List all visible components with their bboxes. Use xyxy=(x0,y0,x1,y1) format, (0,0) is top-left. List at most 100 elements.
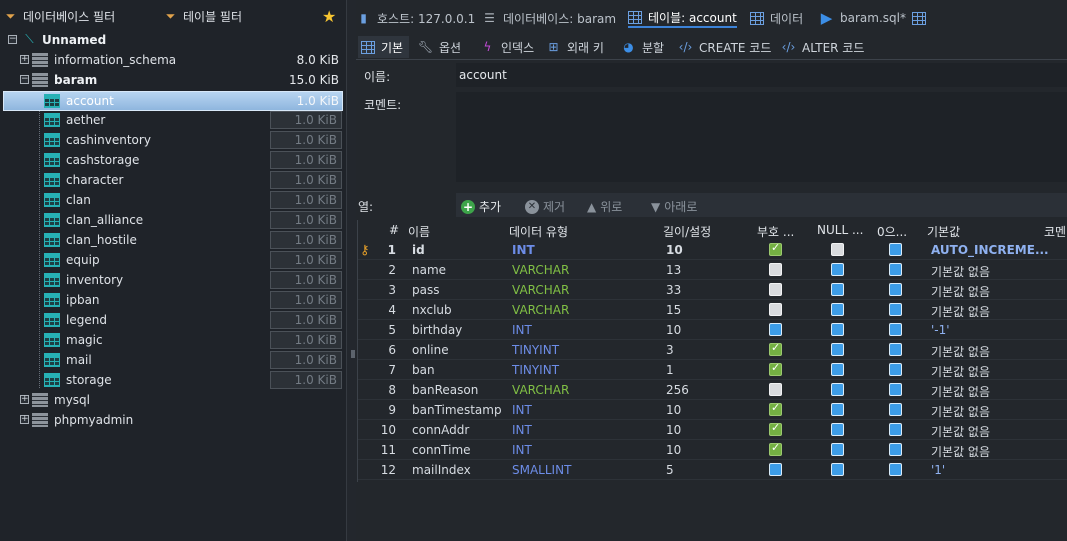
column-name[interactable]: id xyxy=(412,243,425,257)
null-checkbox[interactable] xyxy=(831,323,844,336)
tree-node-mail[interactable]: mail 1.0 KiB xyxy=(0,350,346,370)
add-column-button[interactable]: + 추가 xyxy=(461,198,501,215)
column-length[interactable]: 10 xyxy=(666,323,681,337)
column-default[interactable]: 기본값 없음 xyxy=(931,263,990,280)
header-unsigned[interactable]: 부호 ... xyxy=(757,223,794,240)
column-length[interactable]: 15 xyxy=(666,303,681,317)
tab-basic[interactable]: 기본 xyxy=(358,36,410,58)
header-type[interactable]: 데이터 유형 xyxy=(509,223,568,240)
header-null[interactable]: NULL ... xyxy=(817,223,863,237)
tree-node-clan-hostile[interactable]: clan_hostile 1.0 KiB xyxy=(0,230,346,250)
unsigned-checkbox[interactable] xyxy=(769,283,782,296)
tab-host[interactable]: ▮ 호스트: 127.0.0.1 xyxy=(356,8,475,28)
zerofill-checkbox[interactable] xyxy=(889,263,902,276)
move-down-button[interactable]: ▼ 아래로 xyxy=(651,198,697,215)
column-type[interactable]: VARCHAR xyxy=(512,283,569,297)
column-row[interactable]: 7 ban TINYINT 1 기본값 없음 xyxy=(356,360,1067,380)
null-checkbox[interactable] xyxy=(831,423,844,436)
column-length[interactable]: 256 xyxy=(666,383,689,397)
column-length[interactable]: 5 xyxy=(666,463,674,477)
column-type[interactable]: TINYINT xyxy=(512,343,559,357)
column-row[interactable]: 3 pass VARCHAR 33 기본값 없음 xyxy=(356,280,1067,300)
header-name[interactable]: 이름 xyxy=(408,223,430,240)
null-checkbox[interactable] xyxy=(831,263,844,276)
column-length[interactable]: 13 xyxy=(666,263,681,277)
column-type[interactable]: INT xyxy=(512,323,532,337)
column-default[interactable]: 기본값 없음 xyxy=(931,443,990,460)
tab-query[interactable]: ▶ baram.sql* xyxy=(819,8,906,28)
tree-node-information-schema[interactable]: + information_schema 8.0 KiB xyxy=(0,50,346,70)
tab-partitions[interactable]: ◕ 분할 xyxy=(621,36,664,58)
table-name-input[interactable]: account xyxy=(456,63,1067,87)
column-name[interactable]: pass xyxy=(412,283,439,297)
column-row[interactable]: 9 banTimestamp INT 10 기본값 없음 xyxy=(356,400,1067,420)
column-default[interactable]: 기본값 없음 xyxy=(931,423,990,440)
header-length[interactable]: 길이/설정 xyxy=(663,223,711,240)
zerofill-checkbox[interactable] xyxy=(889,283,902,296)
null-checkbox[interactable] xyxy=(831,463,844,476)
null-checkbox[interactable] xyxy=(831,303,844,316)
tree-node-character[interactable]: character 1.0 KiB xyxy=(0,170,346,190)
column-name[interactable]: name xyxy=(412,263,446,277)
collapse-icon[interactable]: − xyxy=(20,75,29,84)
column-name[interactable]: connAddr xyxy=(412,423,469,437)
collapse-icon[interactable]: − xyxy=(8,35,17,44)
header-default[interactable]: 기본값 xyxy=(927,223,960,240)
column-default[interactable]: 기본값 없음 xyxy=(931,363,990,380)
header-number[interactable]: # xyxy=(389,223,399,237)
null-checkbox[interactable] xyxy=(831,403,844,416)
column-default[interactable]: '1' xyxy=(931,463,945,477)
column-length[interactable]: 10 xyxy=(666,423,681,437)
null-checkbox[interactable] xyxy=(831,443,844,456)
unsigned-checkbox[interactable] xyxy=(769,241,782,256)
column-default[interactable]: '-1' xyxy=(931,323,950,337)
tree-node-mysql[interactable]: + mysql xyxy=(0,390,346,410)
tree-node-magic[interactable]: magic 1.0 KiB xyxy=(0,330,346,350)
database-filter[interactable]: ⏷ 데이터베이스 필터 xyxy=(3,8,115,25)
column-length[interactable]: 10 xyxy=(666,403,681,417)
column-name[interactable]: mailIndex xyxy=(412,463,471,477)
tree-node-clan-alliance[interactable]: clan_alliance 1.0 KiB xyxy=(0,210,346,230)
zerofill-checkbox[interactable] xyxy=(889,403,902,416)
zerofill-checkbox[interactable] xyxy=(889,303,902,316)
column-length[interactable]: 3 xyxy=(666,343,674,357)
scroll-handle[interactable] xyxy=(351,350,355,358)
column-row[interactable]: 6 online TINYINT 3 기본값 없음 xyxy=(356,340,1067,360)
column-default[interactable]: 기본값 없음 xyxy=(931,283,990,300)
column-type[interactable]: VARCHAR xyxy=(512,303,569,317)
tab-database[interactable]: ☰ 데이터베이스: baram xyxy=(482,8,616,28)
column-type[interactable]: TINYINT xyxy=(512,363,559,377)
column-type[interactable]: VARCHAR xyxy=(512,383,569,397)
zerofill-checkbox[interactable] xyxy=(889,443,902,456)
null-checkbox[interactable] xyxy=(831,363,844,376)
expand-icon[interactable]: + xyxy=(20,415,29,424)
zerofill-checkbox[interactable] xyxy=(889,243,902,256)
column-length[interactable]: 1 xyxy=(666,363,674,377)
column-row[interactable]: 2 name VARCHAR 13 기본값 없음 xyxy=(356,260,1067,280)
new-query-tab-button[interactable] xyxy=(912,8,926,28)
column-row[interactable]: ⚷1idINT10AUTO_INCREME... xyxy=(356,240,1067,260)
column-default[interactable]: AUTO_INCREME... xyxy=(931,243,1049,257)
table-comment-input[interactable] xyxy=(456,92,1067,182)
zerofill-checkbox[interactable] xyxy=(889,343,902,356)
column-default[interactable]: 기본값 없음 xyxy=(931,343,990,360)
tree-node-clan[interactable]: clan 1.0 KiB xyxy=(0,190,346,210)
tree-node-ipban[interactable]: ipban 1.0 KiB xyxy=(0,290,346,310)
column-default[interactable]: 기본값 없음 xyxy=(931,403,990,420)
column-row[interactable]: 10 connAddr INT 10 기본값 없음 xyxy=(356,420,1067,440)
tree-node-cashstorage[interactable]: cashstorage 1.0 KiB xyxy=(0,150,346,170)
unsigned-checkbox[interactable] xyxy=(769,463,782,476)
tree-node-legend[interactable]: legend 1.0 KiB xyxy=(0,310,346,330)
column-name[interactable]: banReason xyxy=(412,383,478,397)
tree-node-phpmyadmin[interactable]: + phpmyadmin xyxy=(0,410,346,430)
unsigned-checkbox[interactable] xyxy=(769,341,782,356)
column-default[interactable]: 기본값 없음 xyxy=(931,383,990,400)
column-name[interactable]: nxclub xyxy=(412,303,452,317)
tab-options[interactable]: 🔧︎ 옵션 xyxy=(418,36,461,58)
zerofill-checkbox[interactable] xyxy=(889,383,902,396)
unsigned-checkbox[interactable] xyxy=(769,303,782,316)
tab-indexes[interactable]: ϟ 인덱스 xyxy=(480,36,535,58)
column-row[interactable]: 8 banReason VARCHAR 256 기본값 없음 xyxy=(356,380,1067,400)
column-row[interactable]: 12 mailIndex SMALLINT 5 '1' xyxy=(356,460,1067,480)
column-name[interactable]: ban xyxy=(412,363,435,377)
